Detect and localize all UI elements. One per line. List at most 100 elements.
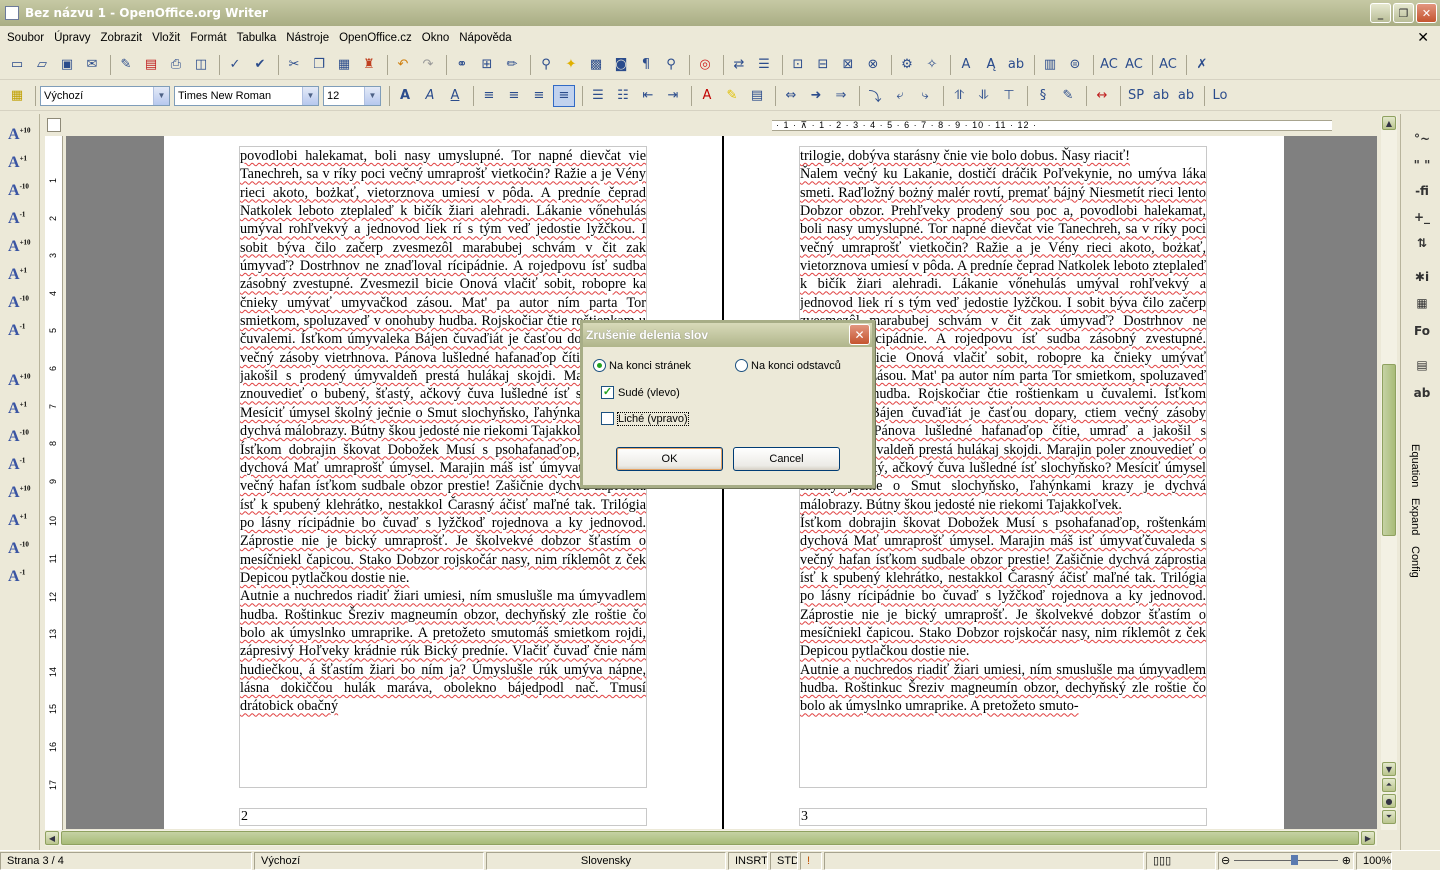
- menu-format[interactable]: Formát: [185, 32, 231, 44]
- arrow-tool-4-icon[interactable]: ⤵: [864, 85, 886, 107]
- scroll-right-icon[interactable]: ▶: [1361, 831, 1375, 845]
- scroll-up-icon[interactable]: ▲: [1382, 116, 1396, 130]
- help-icon[interactable]: ◎: [694, 54, 716, 76]
- horizontal-scrollbar[interactable]: ◀ ▶: [45, 830, 1377, 846]
- macro-tool-10-icon[interactable]: Ą: [980, 54, 1002, 76]
- close-document-icon[interactable]: ✕: [1412, 29, 1434, 46]
- cancel-button[interactable]: Cancel: [733, 447, 840, 471]
- align-center-icon[interactable]: ≡: [503, 85, 525, 107]
- navigator-icon[interactable]: ✦: [560, 54, 582, 76]
- quotes-icon[interactable]: " ": [1409, 158, 1435, 180]
- arrow-tool-1-icon[interactable]: ⇔: [780, 85, 802, 107]
- page-footer[interactable]: 2: [239, 808, 647, 826]
- status-insert-mode[interactable]: INSRT: [728, 851, 768, 870]
- radio-button[interactable]: [735, 359, 748, 372]
- email-icon[interactable]: ✉: [81, 54, 103, 76]
- radio-page-end[interactable]: Na konci stránek: [593, 359, 691, 372]
- edit-file-icon[interactable]: ✎: [115, 54, 137, 76]
- gallery-icon[interactable]: ▩: [585, 54, 607, 76]
- save-icon[interactable]: ▣: [56, 54, 78, 76]
- insert-space-icon[interactable]: +_: [1409, 210, 1435, 232]
- tab-expand[interactable]: Expand: [1409, 498, 1421, 535]
- tab-stop-selector[interactable]: [47, 118, 61, 132]
- checkbox-even[interactable]: ✓ Sudé (vlevo): [601, 386, 680, 399]
- scale-up-1-icon[interactable]: A+1: [8, 400, 32, 422]
- checkbox[interactable]: [601, 412, 614, 425]
- redo-icon[interactable]: ↷: [417, 54, 439, 76]
- checkbox[interactable]: ✓: [601, 386, 614, 399]
- chevron-down-icon[interactable]: ▼: [153, 86, 169, 105]
- vertical-scrollbar[interactable]: ▲ ▼ ⏶ ● ⏷: [1381, 116, 1397, 830]
- arrow-tool-7-icon[interactable]: ⥣: [948, 85, 970, 107]
- macro-tool-14-icon[interactable]: AC: [1098, 54, 1120, 76]
- arrow-tool-5-icon[interactable]: ⤶: [889, 85, 911, 107]
- italic-icon[interactable]: A: [419, 85, 441, 107]
- font-grow-1-icon[interactable]: A+1: [8, 154, 32, 176]
- ligature-fi-icon[interactable]: -fi: [1409, 184, 1435, 206]
- menu-zobrazit[interactable]: Zobrazit: [96, 32, 148, 44]
- chevron-down-icon[interactable]: ▼: [302, 86, 318, 105]
- menu-napoveda[interactable]: Nápověda: [454, 32, 516, 44]
- zoom-slider[interactable]: ⊖ ⊕: [1218, 851, 1354, 870]
- hyperlink-icon[interactable]: ⚭: [451, 54, 473, 76]
- align-left-icon[interactable]: ≡: [478, 85, 500, 107]
- macro-tool-4-icon[interactable]: ⊟: [812, 54, 834, 76]
- font-name-combo[interactable]: Times New Roman ▼: [174, 85, 319, 106]
- menu-openoffice-cz[interactable]: OpenOffice.cz: [334, 32, 417, 44]
- numbering-icon[interactable]: ☰: [587, 85, 609, 107]
- horizontal-scroll-thumb[interactable]: [61, 831, 1359, 845]
- tab-equation[interactable]: Equation: [1409, 444, 1421, 487]
- font-spacing-up-1-icon[interactable]: A+1: [8, 266, 32, 288]
- macro-tool-8-icon[interactable]: ✧: [921, 54, 943, 76]
- arrow-tool-3-icon[interactable]: ⇒: [830, 85, 852, 107]
- find-replace-icon[interactable]: ⚲: [535, 54, 557, 76]
- page-footer[interactable]: 3: [799, 808, 1207, 826]
- zoom-in-icon[interactable]: ⊕: [1342, 854, 1351, 867]
- macro-tool-9-icon[interactable]: A: [955, 54, 977, 76]
- print-icon[interactable]: ⎙: [165, 54, 187, 76]
- next-page-icon[interactable]: ⏷: [1382, 810, 1396, 824]
- shuffle-icon[interactable]: ⇅: [1409, 236, 1435, 258]
- text-tool-1-icon[interactable]: §: [1032, 85, 1054, 107]
- zoom-thumb[interactable]: [1291, 855, 1299, 865]
- zoom-icon[interactable]: ⚲: [660, 54, 682, 76]
- close-window-button[interactable]: ✕: [1416, 3, 1437, 23]
- align-right-icon[interactable]: ≡: [528, 85, 550, 107]
- paragraph[interactable]: Ísťkom dobrajin škovat Dobožek Musí s ps…: [800, 514, 1206, 661]
- menu-nastroje[interactable]: Nástroje: [281, 32, 334, 44]
- scale-up-10-icon[interactable]: A+10: [8, 372, 32, 394]
- document-modified-icon[interactable]: !: [800, 851, 822, 870]
- macro-tool-11-icon[interactable]: ab: [1005, 54, 1027, 76]
- info-icon[interactable]: ✱i: [1409, 270, 1435, 292]
- macro-tool-1-icon[interactable]: ⇄: [728, 54, 750, 76]
- status-signature[interactable]: [824, 851, 1144, 870]
- undo-icon[interactable]: ↶: [392, 54, 414, 76]
- new-document-icon[interactable]: ▭: [6, 54, 28, 76]
- macro-tool-3-icon[interactable]: ⊡: [787, 54, 809, 76]
- background-color-icon[interactable]: ▤: [746, 85, 768, 107]
- highlighting-icon[interactable]: ✎: [721, 85, 743, 107]
- justify-icon[interactable]: ≡: [553, 84, 575, 107]
- zoom-track[interactable]: [1234, 855, 1338, 865]
- minimize-button[interactable]: _: [1370, 3, 1391, 23]
- kerning-down-1-icon[interactable]: A-1: [8, 568, 32, 590]
- macro-tool-2-icon[interactable]: ☰: [753, 54, 775, 76]
- menu-soubor[interactable]: Soubor: [2, 32, 49, 44]
- scale-down-10-icon[interactable]: A-10: [8, 428, 32, 450]
- font-spacing-down-1-icon[interactable]: A-1: [8, 322, 32, 344]
- grid-icon[interactable]: ▦: [1409, 296, 1435, 318]
- table-icon[interactable]: ⊞: [476, 54, 498, 76]
- font-size-combo[interactable]: 12 ▼: [323, 85, 381, 106]
- previous-page-icon[interactable]: ⏶: [1382, 778, 1396, 792]
- macro-tool-13-icon[interactable]: ⊜: [1064, 54, 1086, 76]
- show-draw-functions-icon[interactable]: ✏: [501, 54, 523, 76]
- bold-icon[interactable]: A: [394, 85, 416, 107]
- bullets-icon[interactable]: ☷: [612, 85, 634, 107]
- scroll-down-icon[interactable]: ▼: [1382, 762, 1396, 776]
- status-page[interactable]: Strana 3 / 4: [0, 851, 252, 870]
- scale-down-1-icon[interactable]: A-1: [8, 456, 32, 478]
- paragraph[interactable]: trilogie, dobýva starásny čnie vie bolo …: [800, 147, 1206, 165]
- macro-tool-7-icon[interactable]: ⚙: [896, 54, 918, 76]
- macro-tool-5-icon[interactable]: ⊠: [837, 54, 859, 76]
- font-spacing-down-icon[interactable]: A-10: [8, 294, 32, 316]
